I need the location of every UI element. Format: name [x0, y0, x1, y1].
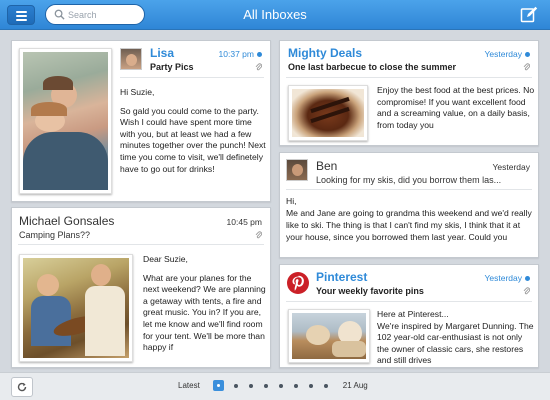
- refresh-icon: [17, 382, 27, 392]
- message-subject: Party Pics: [150, 62, 194, 72]
- message-body: Dear Suzie, What are your planes for the…: [143, 254, 266, 353]
- message-card-mighty-deals[interactable]: Mighty Deals Yesterday One last barbecue…: [279, 40, 539, 146]
- sender-name: Mighty Deals: [288, 46, 363, 60]
- message-photo-steak: [288, 85, 368, 141]
- avatar: [120, 48, 142, 70]
- page-dot[interactable]: [309, 383, 314, 388]
- divider: [120, 77, 264, 78]
- message-time: 10:45 pm: [226, 217, 262, 227]
- message-subject: Looking for my skis, did you borrow them…: [316, 175, 502, 185]
- divider: [18, 244, 264, 245]
- message-card-ben[interactable]: Ben Yesterday Looking for my skis, did y…: [279, 152, 539, 258]
- attachment-icon: [255, 63, 262, 71]
- message-card-pinterest[interactable]: Pinterest Yesterday Your weekly favorite…: [279, 264, 539, 368]
- bottom-bar: Latest 21 Aug: [0, 372, 550, 400]
- message-subject: Your weekly favorite pins: [316, 286, 424, 296]
- message-photo-couple: [19, 48, 112, 194]
- refresh-button[interactable]: [11, 377, 33, 397]
- page-dot[interactable]: [294, 383, 299, 388]
- unread-dot: [525, 276, 530, 282]
- divider: [286, 301, 532, 302]
- pinterest-logo-icon: [287, 272, 309, 294]
- page-dot-current[interactable]: [212, 380, 224, 391]
- sender-name: Michael Gonsales: [19, 214, 115, 228]
- message-body: Hi Suzie, So gald you could come to the …: [120, 87, 266, 174]
- latest-label: Latest: [178, 381, 200, 390]
- sender-name: Ben: [316, 159, 338, 173]
- avatar: [286, 159, 308, 181]
- page-title: All Inboxes: [243, 7, 307, 22]
- divider: [286, 189, 532, 190]
- top-bar: All Inboxes: [0, 0, 550, 30]
- message-subject: One last barbecue to close the summer: [288, 62, 457, 72]
- message-photo-camping: [19, 254, 133, 362]
- message-time: Yesterday: [492, 162, 531, 172]
- message-subject: Camping Plans??: [19, 230, 91, 240]
- date-label: 21 Aug: [342, 381, 368, 390]
- message-card-lisa[interactable]: Lisa 10:37 pm Party Pics Hi Suzie, So ga…: [11, 40, 271, 202]
- message-time: Yesterday: [485, 273, 530, 283]
- message-body: Enjoy the best food at the best prices. …: [377, 85, 535, 130]
- compose-icon[interactable]: [520, 6, 538, 24]
- unread-dot: [257, 52, 262, 58]
- page-dot[interactable]: [324, 383, 329, 388]
- message-body: Hi, Me and Jane are going to grandma thi…: [286, 196, 532, 242]
- message-time: 10:37 pm: [219, 49, 262, 59]
- page-dot[interactable]: [249, 383, 254, 388]
- message-card-michael[interactable]: Michael Gonsales 10:45 pm Camping Plans?…: [11, 207, 271, 368]
- message-body: Here at Pinterest... We're inspired by M…: [377, 309, 534, 366]
- page-dot[interactable]: [264, 383, 269, 388]
- page-dot[interactable]: [234, 383, 239, 388]
- attachment-icon: [523, 287, 530, 295]
- sender-name: Lisa: [150, 46, 175, 60]
- page-dot[interactable]: [279, 383, 284, 388]
- divider: [286, 77, 532, 78]
- attachment-icon: [523, 63, 530, 71]
- sender-name: Pinterest: [316, 270, 368, 284]
- message-photo-dog: [288, 309, 370, 363]
- message-time: Yesterday: [485, 49, 530, 59]
- page-indicator: Latest 21 Aug: [178, 380, 368, 391]
- unread-dot: [525, 52, 530, 58]
- attachment-icon: [255, 231, 262, 239]
